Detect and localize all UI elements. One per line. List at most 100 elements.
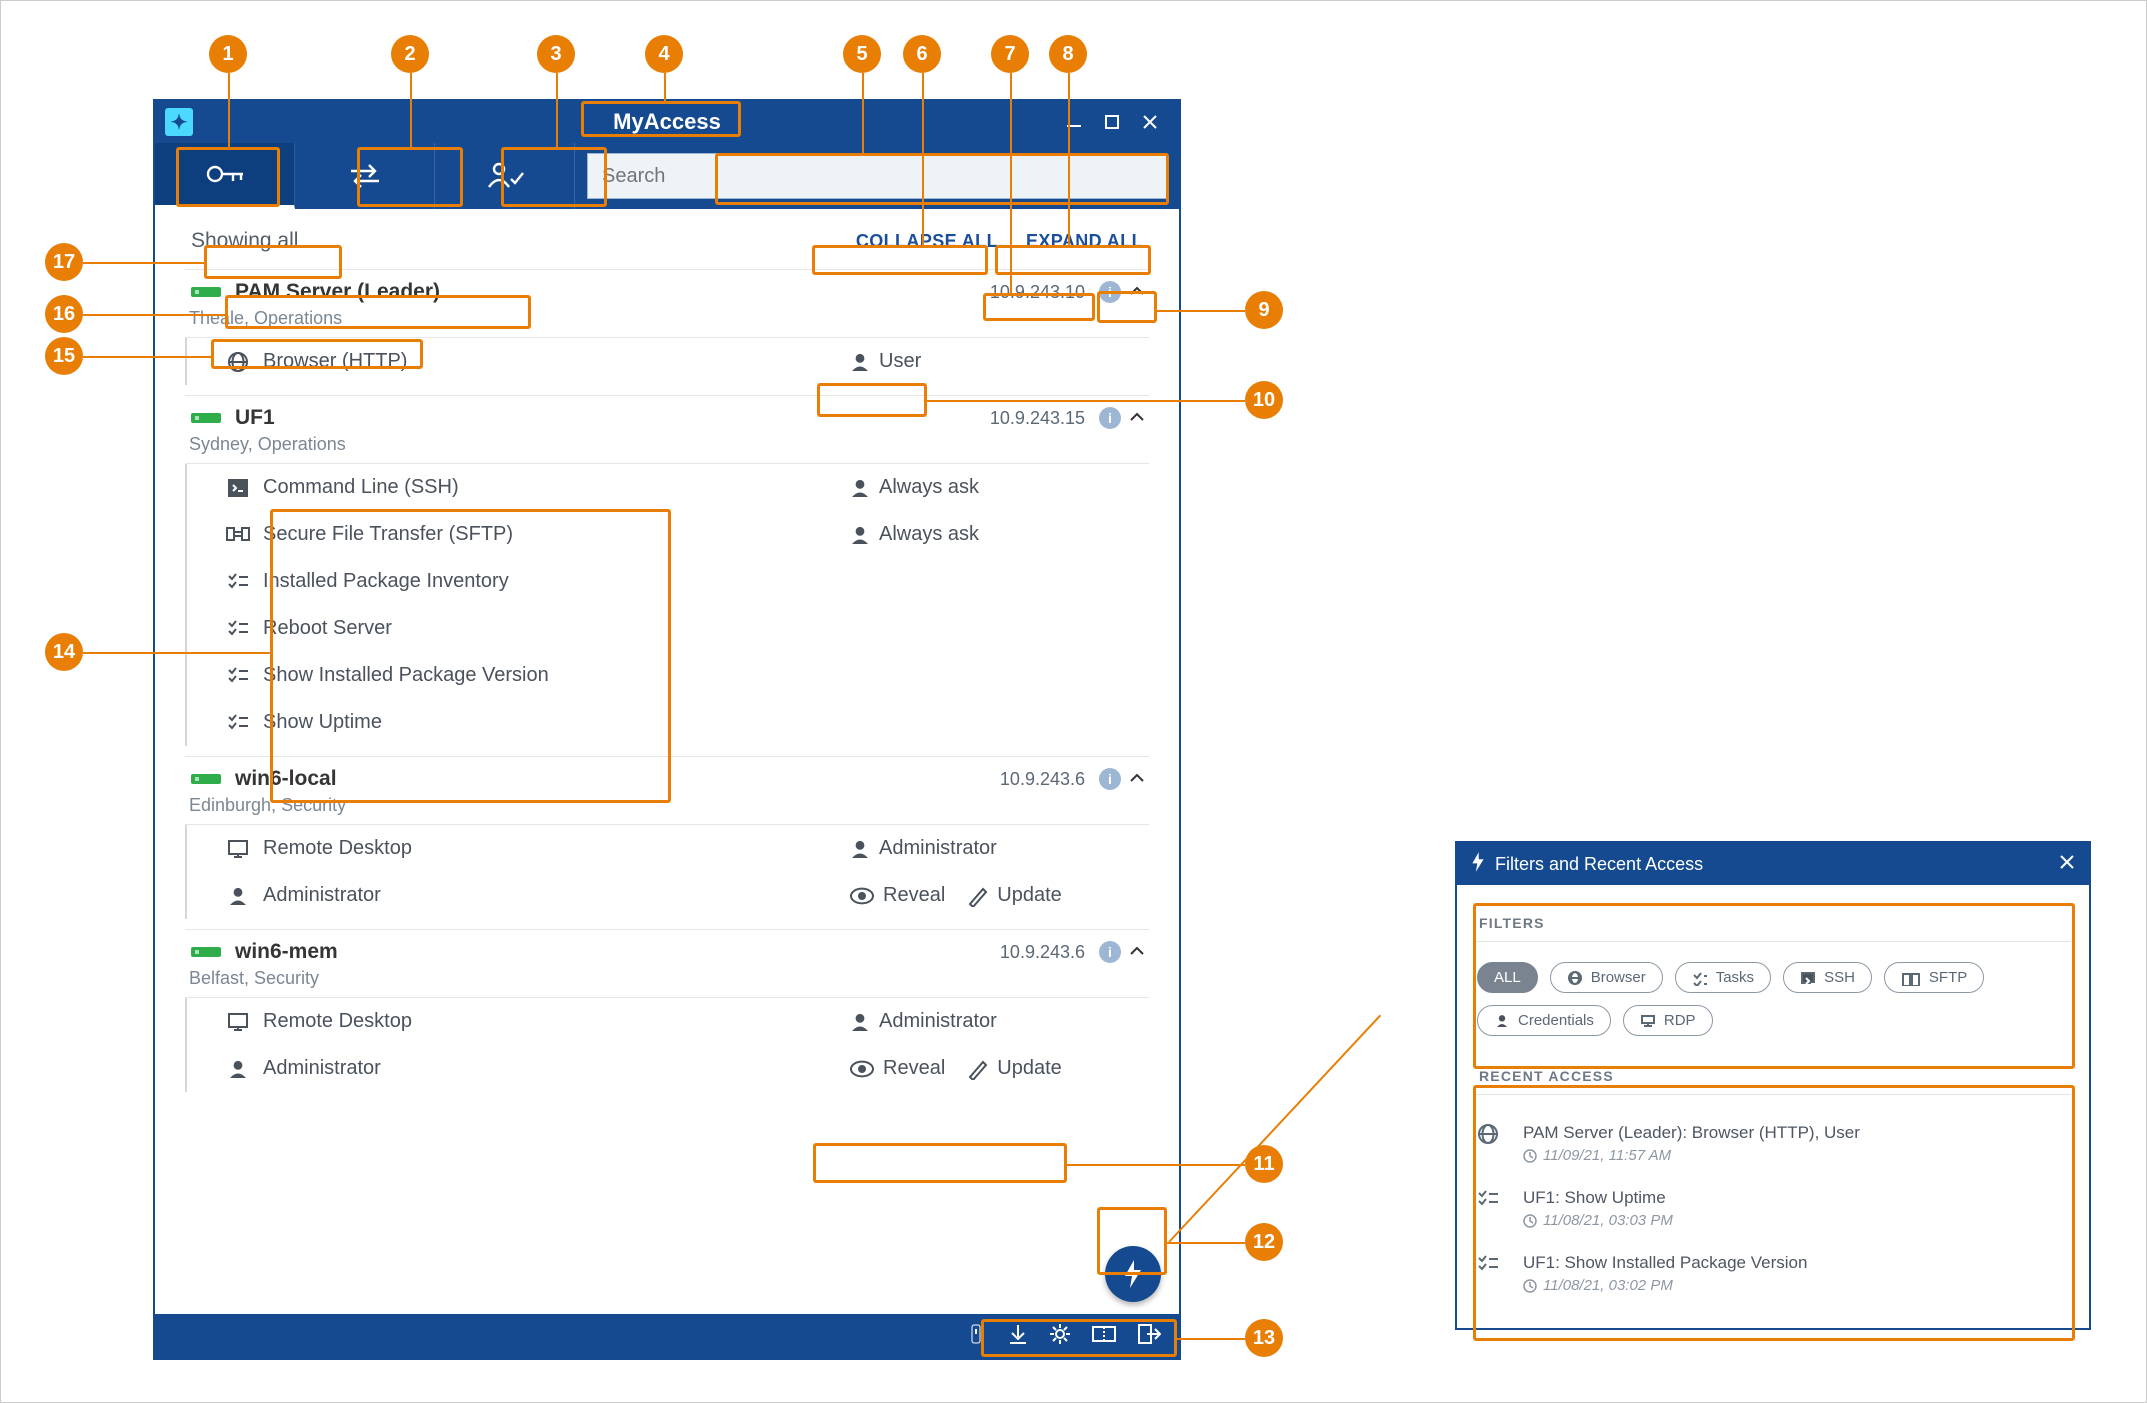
main-toolbar [155, 143, 1179, 209]
task-label: Reboot Server [263, 617, 392, 640]
recent-title: UF1: Show Installed Package Version [1523, 1253, 1807, 1273]
task-row[interactable]: Secure File Transfer (SFTP) Always ask [185, 511, 1149, 558]
task-row[interactable]: Remote Desktop Administrator [185, 998, 1149, 1045]
transfers-tab-button[interactable] [295, 143, 435, 209]
filter-chip-credentials[interactable]: Credentials [1477, 1005, 1611, 1036]
info-icon[interactable]: i [1099, 768, 1121, 790]
task-row[interactable]: Command Line (SSH) Always ask [185, 464, 1149, 511]
task-label: Command Line (SSH) [263, 476, 459, 499]
device-list-body: Showing all COLLAPSE ALL EXPAND ALL PAM … [155, 209, 1179, 1314]
chevron-up-icon[interactable] [1129, 410, 1145, 426]
task-right-pencil[interactable]: Update [967, 1057, 1062, 1080]
device-ip: 10.9.243.15 [990, 408, 1085, 429]
expand-all-button[interactable]: EXPAND ALL [1026, 231, 1143, 252]
filter-chip-all[interactable]: ALL [1477, 962, 1538, 993]
list-header: Showing all COLLAPSE ALL EXPAND ALL [185, 221, 1149, 259]
callout-2: 2 [391, 35, 429, 73]
task-right-pencil[interactable]: Update [967, 884, 1062, 907]
chevron-up-icon[interactable] [1129, 944, 1145, 960]
callout-13: 13 [1245, 1319, 1283, 1357]
tasklist-icon [221, 571, 255, 593]
rdp-icon [221, 1011, 255, 1033]
callout-9: 9 [1245, 291, 1283, 329]
device-header[interactable]: win6-mem 10.9.243.6 i [185, 930, 1149, 966]
window-maximize-button[interactable] [1093, 108, 1131, 136]
task-row[interactable]: Installed Package Inventory [185, 558, 1149, 605]
task-label: Secure File Transfer (SFTP) [263, 523, 513, 546]
task-right-user[interactable]: Always ask [849, 523, 979, 546]
logout-button[interactable] [1137, 1323, 1161, 1350]
chevron-up-icon[interactable] [1129, 771, 1145, 787]
callout-11: 11 [1245, 1145, 1283, 1183]
ticket-button[interactable] [1091, 1324, 1117, 1349]
filter-chip-tasks[interactable]: Tasks [1675, 962, 1771, 993]
filters-section-title: FILTERS [1479, 915, 2067, 931]
user-icon [221, 1058, 255, 1080]
task-right-user[interactable]: Always ask [849, 476, 979, 499]
task-row[interactable]: Reboot Server [185, 605, 1149, 652]
device-ip: 10.9.243.6 [1000, 942, 1085, 963]
info-icon[interactable]: i [1099, 281, 1121, 303]
task-row[interactable]: Remote Desktop Administrator [185, 825, 1149, 872]
filters-panel-close-button[interactable] [2059, 854, 2075, 875]
callout-15: 15 [45, 337, 83, 375]
filter-chip-ssh[interactable]: SSH [1783, 962, 1872, 993]
filters-panel: Filters and Recent Access FILTERS ALL Br… [1455, 841, 2091, 1330]
user-icon [221, 885, 255, 907]
task-right-eye[interactable]: Reveal [849, 1057, 945, 1080]
globe-icon [221, 351, 255, 373]
device-header[interactable]: win6-local 10.9.243.6 i [185, 757, 1149, 793]
task-label: Browser (HTTP) [263, 350, 407, 373]
task-right-user[interactable]: Administrator [849, 1010, 997, 1033]
device-name: win6-mem [235, 940, 338, 964]
window-minimize-button[interactable] [1055, 108, 1093, 136]
terminal-icon [221, 477, 255, 499]
filter-chip-rdp[interactable]: RDP [1623, 1005, 1713, 1036]
tasklist-icon [221, 618, 255, 640]
recent-item[interactable]: UF1: Show Installed Package Version 11/0… [1475, 1241, 2071, 1306]
sftp-icon [1901, 970, 1921, 986]
lightning-icon [1123, 1260, 1143, 1288]
terminal-icon [1800, 970, 1816, 986]
download-button[interactable] [1007, 1323, 1029, 1350]
recent-title: PAM Server (Leader): Browser (HTTP), Use… [1523, 1123, 1860, 1143]
task-row[interactable]: Show Uptime [185, 699, 1149, 746]
globe-icon [1567, 970, 1583, 986]
recent-time: 11/08/21, 03:02 PM [1523, 1277, 1807, 1294]
device-icon [189, 943, 223, 961]
quick-access-fab[interactable] [1105, 1246, 1161, 1302]
footer-btn-1[interactable] [965, 1323, 987, 1350]
callout-16: 16 [45, 295, 83, 333]
settings-button[interactable] [1049, 1323, 1071, 1350]
chevron-up-icon[interactable] [1129, 284, 1145, 300]
approvals-tab-button[interactable] [435, 143, 575, 209]
filter-chip-browser[interactable]: Browser [1550, 962, 1663, 993]
lightning-icon [1471, 852, 1485, 877]
task-label: Remote Desktop [263, 1010, 412, 1033]
info-icon[interactable]: i [1099, 941, 1121, 963]
task-row[interactable]: Administrator RevealUpdate [185, 872, 1149, 919]
access-tab-button[interactable] [155, 143, 295, 209]
collapse-all-button[interactable]: COLLAPSE ALL [856, 231, 998, 252]
recent-item[interactable]: UF1: Show Uptime 11/08/21, 03:03 PM [1475, 1176, 2071, 1241]
search-wrap [575, 153, 1179, 199]
task-row[interactable]: Administrator RevealUpdate [185, 1045, 1149, 1092]
search-input[interactable] [587, 153, 1167, 199]
filters-panel-title: Filters and Recent Access [1495, 854, 1703, 875]
task-right-eye[interactable]: Reveal [849, 884, 945, 907]
callout-5: 5 [843, 35, 881, 73]
callout-4: 4 [645, 35, 683, 73]
window-close-button[interactable] [1131, 108, 1169, 136]
callout-8: 8 [1049, 35, 1087, 73]
filter-chip-sftp[interactable]: SFTP [1884, 962, 1984, 993]
window-title: MyAccess [155, 109, 1179, 135]
recent-item[interactable]: PAM Server (Leader): Browser (HTTP), Use… [1475, 1111, 2071, 1176]
task-right-user[interactable]: User [849, 350, 921, 373]
task-row[interactable]: Browser (HTTP) User [185, 338, 1149, 385]
info-icon[interactable]: i [1099, 407, 1121, 429]
callout-6: 6 [903, 35, 941, 73]
task-row[interactable]: Show Installed Package Version [185, 652, 1149, 699]
device-header[interactable]: PAM Server (Leader) 10.9.243.10 i [185, 270, 1149, 306]
task-right-user[interactable]: Administrator [849, 837, 997, 860]
recent-time: 11/08/21, 03:03 PM [1523, 1212, 1673, 1229]
